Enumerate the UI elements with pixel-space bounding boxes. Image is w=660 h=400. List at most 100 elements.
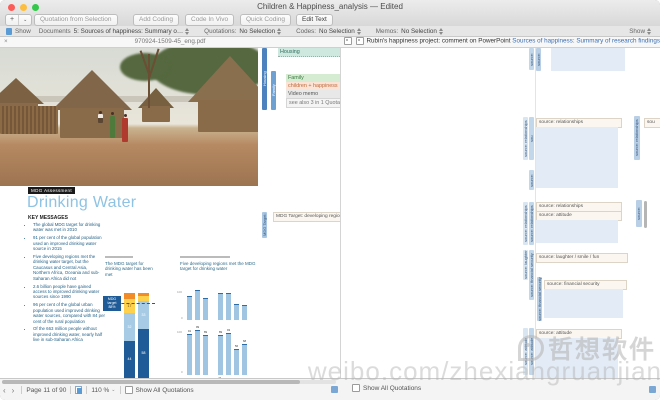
updown-arrows-icon[interactable] xyxy=(357,28,362,35)
photo-fence xyxy=(0,106,58,134)
updown-arrows-icon[interactable] xyxy=(439,28,444,35)
codes-dropdown[interactable]: No Selection xyxy=(319,28,355,35)
title-bar: Children & Happiness_analysis — Edited xyxy=(0,0,660,13)
memo-title: Rubin's happiness project: comment on Po… xyxy=(367,38,511,45)
edit-text-button[interactable]: Edit Text xyxy=(296,14,333,26)
vertical-scrollbar-thumb[interactable] xyxy=(644,201,647,228)
quotation-bar[interactable]: source: financial security xyxy=(529,250,534,300)
ytick: 0 xyxy=(181,316,183,320)
fig2-row-1990 xyxy=(187,290,247,320)
comment-icon[interactable] xyxy=(344,37,352,45)
chevron-down-icon[interactable]: ⌄ xyxy=(18,15,31,25)
ytick: 0 xyxy=(181,370,183,374)
plus-icon[interactable]: + xyxy=(6,15,18,25)
photo-person-head xyxy=(124,114,127,117)
ytick: 100 xyxy=(177,330,182,334)
quotation-bar[interactable]: MDG Target: developing regions xyxy=(262,212,267,238)
quotation-highlight-block[interactable] xyxy=(536,338,618,378)
quotation-highlight-block[interactable] xyxy=(536,220,618,243)
left-doc-margin: Housing Family Housing Family children +… xyxy=(258,48,340,378)
quotation-bar[interactable]: source: relationships xyxy=(523,202,528,245)
quotation-bar[interactable]: source: relationships xyxy=(529,202,534,245)
code-in-vivo-button[interactable]: Code In Vivo xyxy=(185,14,234,26)
updown-arrows-icon[interactable] xyxy=(185,28,190,35)
fig2-row-2015: 91998989935668 xyxy=(187,330,247,375)
pdf-page[interactable]: MDG Assessment Drinking Water KEY MESSAG… xyxy=(0,186,258,378)
quotation-bar[interactable]: Family xyxy=(271,71,276,110)
window-title: Children & Happiness_analysis — Edited xyxy=(0,2,660,11)
memos-dropdown[interactable]: No Selection xyxy=(401,28,437,35)
pane-resize-grip[interactable] xyxy=(331,386,338,393)
doc-link[interactable]: Sources of happiness: Summary of researc… xyxy=(512,38,660,45)
photo-person-head xyxy=(99,111,102,114)
fig1-annotation: MDG target 88% xyxy=(103,296,121,311)
previous-page-button[interactable]: ‹ xyxy=(0,386,9,395)
ytick: 100 xyxy=(177,290,182,294)
photo-hut-roof xyxy=(52,70,132,110)
pdf-photo[interactable] xyxy=(0,48,258,186)
key-message: Of the 663 million people without improv… xyxy=(33,326,105,342)
key-messages-list: The global MDG target for drinking water… xyxy=(28,222,105,345)
zoom-level[interactable]: 110 % xyxy=(91,387,109,394)
quotation-bar[interactable]: source: attitude xyxy=(529,170,534,190)
quotations-dropdown[interactable]: No Selection xyxy=(239,28,275,35)
quotation-bar[interactable]: source: financial security xyxy=(537,277,542,321)
memos-label: Memos: xyxy=(376,28,398,35)
show-left-toggle[interactable]: Show xyxy=(15,28,31,35)
content-area: MDG Assessment Drinking Water KEY MESSAG… xyxy=(0,48,660,378)
updown-arrows-icon[interactable] xyxy=(277,28,282,35)
code-label-mdg-target[interactable]: MDG Target: developing regions xyxy=(273,212,341,222)
quotation-bar[interactable]: source: attitude xyxy=(636,200,642,227)
chevron-down-icon[interactable]: ⌄ xyxy=(111,387,115,393)
photo-person xyxy=(122,118,128,142)
memo-icon[interactable] xyxy=(356,37,364,45)
quotation-bar[interactable]: source: relationships xyxy=(634,116,640,160)
right-doc-header: Rubin's happiness project: comment on Po… xyxy=(340,37,660,47)
toolbar: + ⌄ Quotation from Selection Add Coding … xyxy=(0,13,660,27)
quotation-bar[interactable]: source: relationships xyxy=(523,117,528,160)
quick-coding-button[interactable]: Quick Coding xyxy=(240,14,291,26)
left-doc-title: 970924-1509-45_eng.pdf xyxy=(0,38,340,45)
hyperlink-chip[interactable]: see also 3 in 1 Quotation 1 xyxy=(286,98,342,108)
documents-dropdown[interactable]: 5: Sources of happiness: Summary o… xyxy=(74,28,184,35)
page-indicator: Page 11 of 90 xyxy=(26,387,66,394)
show-right-toggle[interactable]: Show xyxy=(629,28,645,35)
key-messages-heading: KEY MESSAGES xyxy=(28,215,68,221)
add-coding-button[interactable]: Add Coding xyxy=(133,14,179,26)
pane-resize-grip[interactable] xyxy=(649,386,656,393)
document-headers: × 970924-1509-45_eng.pdf Rubin's happine… xyxy=(0,37,660,48)
photo-hut-roof xyxy=(188,56,258,102)
code-label[interactable]: source: laughter / smile / fun xyxy=(536,253,628,263)
code-chip-housing[interactable]: Housing xyxy=(278,48,340,57)
show-all-quotations-checkbox[interactable] xyxy=(125,386,133,394)
next-page-button[interactable]: › xyxy=(9,386,18,395)
photo-hut-roof xyxy=(0,78,44,104)
quotation-from-selection-button[interactable]: Quotation from Selection xyxy=(34,14,118,26)
page-thumbnails-icon[interactable] xyxy=(75,386,82,394)
quotation-bar[interactable]: source: relationships xyxy=(529,48,534,70)
quotation-bar[interactable]: source: attitude xyxy=(523,328,528,375)
updown-arrows-icon[interactable] xyxy=(647,28,652,35)
quotation-bar[interactable]: Housing xyxy=(262,48,267,110)
app-window: Children & Happiness_analysis — Edited +… xyxy=(0,0,660,400)
right-doc-pane[interactable]: they're on similar financial footing as … xyxy=(341,48,535,378)
quotation-bar[interactable]: sou xyxy=(529,117,534,160)
quotation-bar[interactable]: source: attitude xyxy=(529,328,534,375)
quotation-bar[interactable]: source: laughter / smile / fun xyxy=(523,250,528,280)
key-message: Five developing regions met the drinking… xyxy=(33,254,105,281)
code-label-clipped[interactable]: sou xyxy=(644,118,660,128)
key-message: 2.6 billion people have gained access to… xyxy=(33,284,105,300)
section-tag: MDG Assessment xyxy=(28,187,75,194)
key-message: 96 per cent of the global urban populati… xyxy=(33,302,105,324)
quotation-highlight-block[interactable] xyxy=(544,289,623,318)
add-button[interactable]: + ⌄ xyxy=(5,14,32,26)
quotation-highlight-block[interactable] xyxy=(551,48,625,71)
show-all-quotations-checkbox[interactable] xyxy=(352,384,360,392)
quotation-bar[interactable]: source: relationships xyxy=(536,48,541,71)
documents-label: Documents xyxy=(39,28,71,35)
divider xyxy=(180,256,230,258)
codes-label: Codes: xyxy=(296,28,316,35)
show-all-quotations-label: Show All Quotations xyxy=(363,385,421,392)
quotation-highlight-block[interactable] xyxy=(536,127,618,188)
right-doc-margin: source: relationships source: relationsh… xyxy=(536,48,660,378)
